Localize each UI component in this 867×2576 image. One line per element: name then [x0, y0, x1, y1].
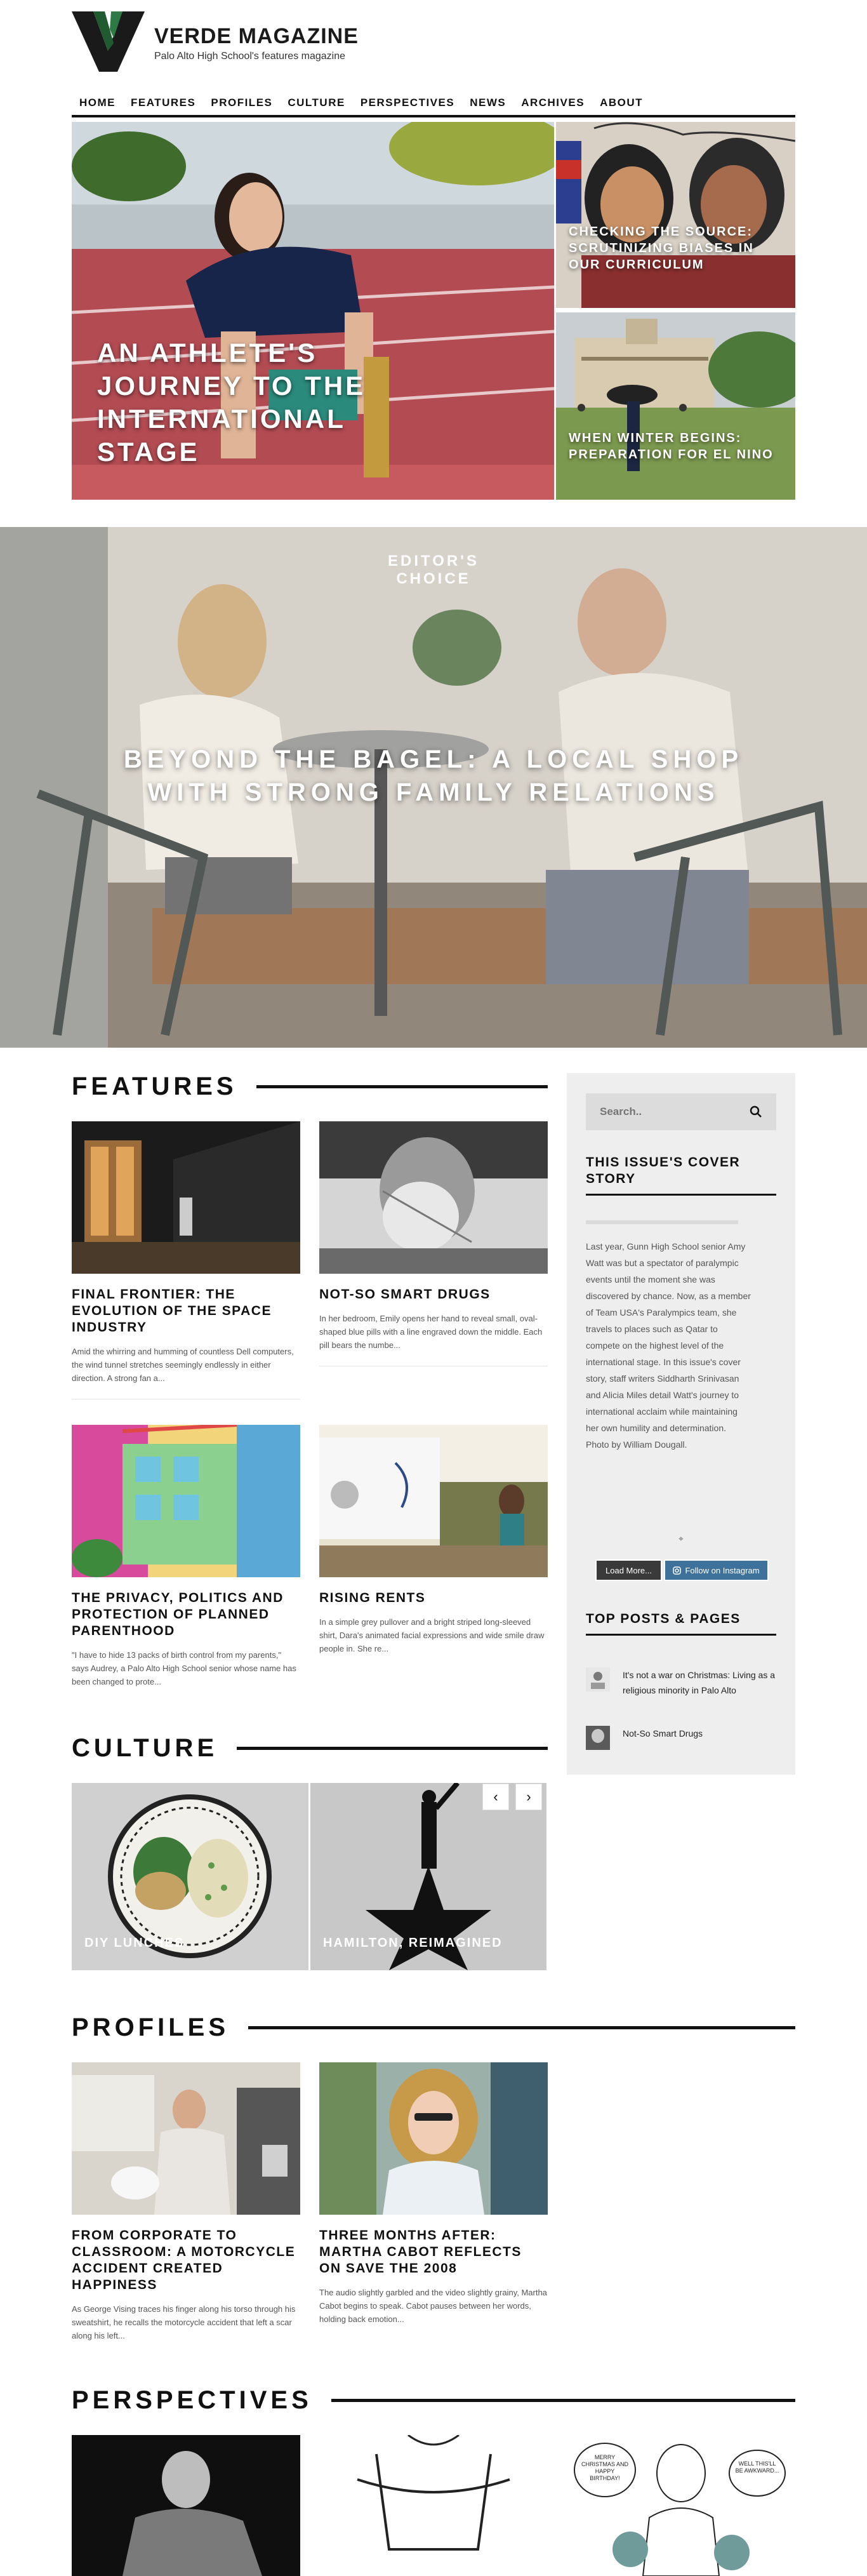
speech-bubble-left: MERRY CHRISTMAS AND HAPPY BIRTHDAY!: [581, 2454, 628, 2481]
verde-v-logo-icon: [72, 11, 145, 72]
top-post-thumbnail: [586, 1726, 610, 1750]
perspective-sketch-illustration: [319, 2435, 548, 2576]
top-post-item[interactable]: Not-So Smart Drugs: [586, 1726, 776, 1750]
nav-features[interactable]: FEATURES: [123, 97, 203, 109]
perspective-cartoon-illustration: MERRY CHRISTMAS AND HAPPY BIRTHDAY! WELL…: [567, 2435, 795, 2576]
hero-main-title[interactable]: AN ATHLETE'S JOURNEY TO THE INTERNATIONA…: [97, 337, 427, 469]
perspectives-heading-text[interactable]: PERSPECTIVES: [72, 2386, 312, 2415]
editors-choice-banner[interactable]: EDITOR'S CHOICE BEYOND THE BAGEL: A LOCA…: [0, 527, 867, 1048]
nav-culture[interactable]: CULTURE: [280, 97, 352, 109]
top-post-item[interactable]: It's not a war on Christmas: Living as a…: [586, 1667, 776, 1698]
site-tagline: Palo Alto High School's features magazin…: [154, 51, 346, 62]
martha-cabot-photo: [319, 2062, 548, 2215]
slider-prev-button[interactable]: ‹: [482, 1784, 509, 1810]
top-posts-heading: TOP POSTS & PAGES: [586, 1611, 776, 1636]
search-box: [586, 1093, 776, 1130]
cover-story-text: Last year, Gunn High School senior Amy W…: [586, 1241, 751, 1450]
slide-title[interactable]: DIY LUNCHES: [84, 1935, 184, 1951]
features-heading-text[interactable]: FEATURES: [72, 1072, 237, 1101]
nav-perspectives[interactable]: PERSPECTIVES: [353, 97, 462, 109]
culture-heading-text[interactable]: CULTURE: [72, 1734, 218, 1763]
nav-home[interactable]: HOME: [72, 97, 123, 109]
feature-card-drugs[interactable]: NOT-SO SMART DRUGS In her bedroom, Emily…: [319, 1121, 548, 1366]
feature-excerpt: In her bedroom, Emily opens her hand to …: [319, 1314, 543, 1350]
rising-rents-photo: [319, 1425, 548, 1577]
profile-title[interactable]: FROM CORPORATE TO CLASSROOM: A MOTORCYCL…: [72, 2227, 300, 2293]
speech-bubble-right: WELL THIS'LL BE AWKWARD...: [735, 2460, 779, 2474]
profiles-heading-text[interactable]: PROFILES: [72, 2013, 229, 2042]
feature-card-space[interactable]: FINAL FRONTIER: THE EVOLUTION OF THE SPA…: [72, 1121, 300, 1399]
perspective-card-2[interactable]: [319, 2435, 548, 2576]
feature-card-planned-parenthood[interactable]: THE PRIVACY, POLITICS AND PROTECTION OF …: [72, 1425, 300, 1688]
features-heading: FEATURES: [72, 1071, 548, 1102]
section-divider: [248, 2025, 795, 2029]
feature-card-rents[interactable]: RISING RENTS In a simple grey pullover a…: [319, 1425, 548, 1655]
follow-instagram-button[interactable]: Follow on Instagram: [664, 1559, 769, 1581]
profile-title[interactable]: THREE MONTHS AFTER: MARTHA CABOT REFLECT…: [319, 2227, 548, 2277]
top-post-link[interactable]: Not-So Smart Drugs: [623, 1726, 703, 1750]
feature-title[interactable]: RISING RENTS: [319, 1590, 548, 1606]
site-logo[interactable]: VERDE MAGAZINE Palo Alto High School's f…: [72, 11, 364, 72]
cover-story-heading: THIS ISSUE'S COVER STORY: [586, 1154, 776, 1196]
profile-card-martha[interactable]: THREE MONTHS AFTER: MARTHA CABOT REFLECT…: [319, 2062, 548, 2326]
nav-about[interactable]: ABOUT: [592, 97, 651, 109]
profile-excerpt: As George Vising traces his finger along…: [72, 2304, 296, 2340]
culture-slide-diy-lunches[interactable]: DIY LUNCHES: [72, 1783, 308, 1970]
slider-next-button[interactable]: ›: [515, 1784, 542, 1810]
section-divider: [331, 2398, 795, 2402]
site-title: VERDE MAGAZINE: [154, 24, 359, 48]
hero-main-story[interactable]: AN ATHLETE'S JOURNEY TO THE INTERNATIONA…: [72, 122, 554, 500]
perspective-portrait-photo: [72, 2435, 300, 2576]
perspective-card-3[interactable]: MERRY CHRISTMAS AND HAPPY BIRTHDAY! WELL…: [567, 2435, 795, 2576]
culture-heading: CULTURE: [72, 1732, 548, 1764]
editors-choice-label: EDITOR'S CHOICE: [388, 552, 479, 587]
nav-archives[interactable]: ARCHIVES: [513, 97, 592, 109]
nav-news[interactable]: NEWS: [462, 97, 513, 109]
perspective-card-1[interactable]: [72, 2435, 300, 2576]
top-post-thumbnail: [586, 1667, 610, 1692]
profile-card-corporate[interactable]: FROM CORPORATE TO CLASSROOM: A MOTORCYCL…: [72, 2062, 300, 2342]
hero-side1-title[interactable]: CHECKING THE SOURCE: SCRUTINIZING BIASES…: [569, 224, 784, 273]
follow-instagram-label: Follow on Instagram: [685, 1565, 760, 1575]
hero-side-story-curriculum[interactable]: CHECKING THE SOURCE: SCRUTINIZING BIASES…: [556, 122, 795, 308]
slide-title[interactable]: HAMILTON, REIMAGINED: [323, 1935, 503, 1951]
el-nino-photo: [556, 312, 795, 500]
hero-side2-title[interactable]: WHEN WINTER BEGINS: PREPARATION FOR EL N…: [569, 430, 784, 463]
sidebar: THIS ISSUE'S COVER STORY Last year, Gunn…: [567, 1073, 795, 1775]
curriculum-illustration: [556, 122, 795, 308]
feature-excerpt: "I have to hide 13 packs of birth contro…: [72, 1650, 296, 1686]
culture-slide-hamilton[interactable]: HAMILTON, REIMAGINED: [310, 1783, 546, 1970]
profile-excerpt: The audio slightly garbled and the video…: [319, 2288, 547, 2324]
planned-parenthood-illustration: [72, 1425, 300, 1577]
section-divider: [237, 1746, 548, 1750]
perspectives-heading: PERSPECTIVES: [72, 2384, 795, 2416]
cover-image-placeholder: [586, 1220, 738, 1224]
loading-spinner-icon: ⌖: [678, 1533, 684, 1544]
feature-excerpt: Amid the whirring and humming of countle…: [72, 1347, 294, 1383]
hero-side-story-el-nino[interactable]: WHEN WINTER BEGINS: PREPARATION FOR EL N…: [556, 312, 795, 500]
main-nav: HOME FEATURES PROFILES CULTURE PERSPECTI…: [72, 91, 795, 117]
profiles-heading: PROFILES: [72, 2012, 795, 2043]
feature-title[interactable]: NOT-SO SMART DRUGS: [319, 1286, 548, 1303]
load-more-button[interactable]: Load More...: [595, 1559, 662, 1581]
instagram-icon: [673, 1566, 682, 1575]
feature-title[interactable]: THE PRIVACY, POLITICS AND PROTECTION OF …: [72, 1590, 300, 1639]
feature-title[interactable]: FINAL FRONTIER: THE EVOLUTION OF THE SPA…: [72, 1286, 300, 1336]
smart-drugs-photo: [319, 1121, 548, 1274]
search-icon[interactable]: [750, 1105, 762, 1118]
editors-choice-title[interactable]: BEYOND THE BAGEL: A LOCAL SHOP WITH STRO…: [76, 743, 791, 809]
search-input[interactable]: [600, 1105, 750, 1118]
nav-profiles[interactable]: PROFILES: [203, 97, 280, 109]
top-post-link[interactable]: It's not a war on Christmas: Living as a…: [623, 1667, 776, 1698]
space-industry-photo: [72, 1121, 300, 1274]
teacher-photo: [72, 2062, 300, 2215]
section-divider: [256, 1084, 548, 1088]
feature-excerpt: In a simple grey pullover and a bright s…: [319, 1617, 545, 1653]
